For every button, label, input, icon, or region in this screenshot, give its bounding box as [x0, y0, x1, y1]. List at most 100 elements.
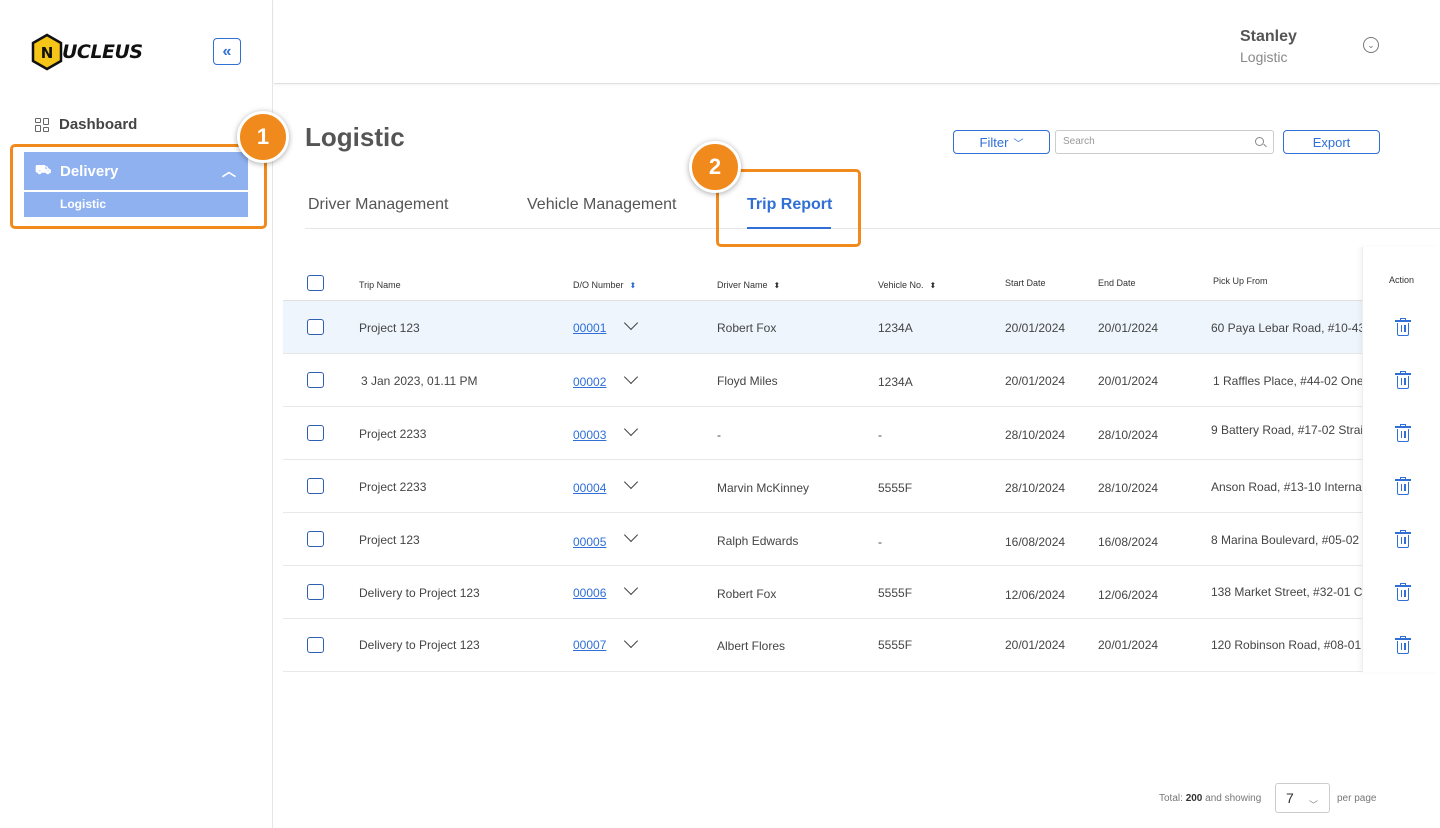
pick-up-from-cell: Anson Road, #13-10 Internat	[1211, 480, 1363, 494]
do-number-link[interactable]: 00005	[573, 535, 606, 549]
vehicle-no-cell: 5555F	[878, 481, 913, 495]
do-number-link[interactable]: 00002	[573, 375, 606, 389]
per-page-label: per page	[1337, 793, 1377, 804]
driver-name-cell: Robert Fox	[717, 321, 777, 335]
trip-name-cell: Delivery to Project 123	[359, 586, 480, 600]
pick-up-from-cell: 9 Battery Road, #17-02 Strai	[1211, 423, 1363, 437]
logo-text: UCLEUS	[62, 41, 143, 63]
per-page-value: 7	[1286, 790, 1294, 806]
search-placeholder: Search	[1063, 136, 1095, 147]
highlight-box-1	[10, 144, 267, 229]
row-checkbox[interactable]	[307, 584, 324, 600]
per-page-select[interactable]: 7 ﹀	[1275, 783, 1330, 813]
chevron-down-icon: ﹀	[1013, 138, 1024, 150]
driver-name-cell: Albert Flores	[717, 639, 786, 653]
highlight-box-2	[716, 169, 861, 247]
pick-up-from-cell: 8 Marina Boulevard, #05-02 M	[1211, 533, 1363, 547]
sort-icon[interactable]: ⬍	[630, 281, 637, 290]
column-header-vehicle-no[interactable]: Vehicle No. ⬍	[878, 280, 936, 290]
filter-button[interactable]: Filter ﹀	[953, 130, 1050, 154]
trip-name-cell: Project 2233	[359, 427, 427, 441]
column-header-end-date: End Date	[1098, 278, 1136, 288]
step-badge-1: 1	[237, 111, 289, 163]
vehicle-no-cell: 1234A	[878, 375, 913, 389]
delete-trash-icon[interactable]	[1395, 530, 1411, 548]
trip-name-cell: Delivery to Project 123	[359, 638, 480, 652]
row-checkbox[interactable]	[307, 319, 324, 335]
driver-name-cell: Marvin McKinney	[717, 481, 810, 495]
vehicle-no-cell: -	[878, 535, 882, 549]
pick-up-from-cell: 138 Market Street, #32-01 Ca	[1211, 585, 1363, 599]
vehicle-no-cell: -	[878, 428, 882, 442]
do-number-link[interactable]: 00007	[573, 638, 606, 652]
tab-vehicle-management[interactable]: Vehicle Management	[527, 196, 676, 214]
user-menu-chevron-icon[interactable]: ⌄	[1363, 37, 1379, 53]
sidebar: N UCLEUS « Dashboard ⛟ Delivery ︿ Logist…	[0, 0, 273, 828]
driver-name-cell: Ralph Edwards	[717, 534, 799, 548]
pagination-summary: Total: 200 and showing	[1159, 793, 1262, 804]
export-button[interactable]: Export	[1283, 130, 1380, 154]
sidebar-item-dashboard[interactable]: Dashboard	[35, 116, 137, 133]
start-date-cell: 12/06/2024	[1005, 588, 1066, 602]
logo-hexagon-icon: N	[30, 32, 64, 72]
row-checkbox[interactable]	[307, 372, 324, 388]
end-date-cell: 20/01/2024	[1098, 638, 1159, 652]
end-date-cell: 20/01/2024	[1098, 321, 1159, 335]
search-input[interactable]: Search	[1055, 130, 1274, 154]
filter-label: Filter	[979, 134, 1009, 150]
start-date-cell: 16/08/2024	[1005, 535, 1066, 549]
end-date-cell: 20/01/2024	[1098, 374, 1159, 388]
driver-name-cell: Floyd Miles	[717, 374, 778, 388]
step-badge-2: 2	[689, 141, 741, 193]
page-title: Logistic	[305, 122, 405, 152]
column-header-driver-name[interactable]: Driver Name ⬍	[717, 280, 780, 290]
delete-trash-icon[interactable]	[1395, 424, 1411, 442]
column-header-do-number[interactable]: D/O Number ⬍	[573, 280, 636, 290]
logo-letter: N	[41, 44, 54, 62]
column-header-start-date: Start Date	[1005, 278, 1046, 288]
do-number-link[interactable]: 00006	[573, 586, 606, 600]
sidebar-item-label: Dashboard	[59, 116, 138, 133]
delete-trash-icon[interactable]	[1395, 477, 1411, 495]
action-column: Action	[1362, 247, 1440, 672]
collapse-sidebar-button[interactable]: «	[213, 38, 241, 65]
end-date-cell: 28/10/2024	[1098, 428, 1159, 442]
start-date-cell: 20/01/2024	[1005, 321, 1066, 335]
trip-name-cell: 3 Jan 2023, 01.11 PM	[361, 374, 478, 388]
delete-trash-icon[interactable]	[1395, 371, 1411, 389]
row-checkbox[interactable]	[307, 637, 324, 653]
nucleus-logo[interactable]: N UCLEUS	[30, 32, 143, 72]
end-date-cell: 28/10/2024	[1098, 481, 1159, 495]
vehicle-no-cell: 5555F	[878, 638, 913, 652]
delete-trash-icon[interactable]	[1395, 583, 1411, 601]
row-checkbox[interactable]	[307, 478, 324, 494]
tabs-divider	[305, 228, 1440, 229]
delete-trash-icon[interactable]	[1395, 318, 1411, 336]
driver-name-cell: -	[717, 428, 721, 442]
driver-name-cell: Robert Fox	[717, 587, 777, 601]
tab-driver-management[interactable]: Driver Management	[308, 196, 449, 214]
pick-up-from-cell: 1 Raffles Place, #44-02 One	[1213, 374, 1364, 388]
pick-up-from-cell: 120 Robinson Road, #08-01	[1211, 638, 1362, 652]
user-role: Logistic	[1240, 49, 1288, 65]
delete-trash-icon[interactable]	[1395, 636, 1411, 654]
search-icon	[1255, 137, 1264, 146]
do-number-link[interactable]: 00004	[573, 481, 606, 495]
row-checkbox[interactable]	[307, 531, 324, 547]
sort-icon[interactable]: ⬍	[930, 281, 937, 290]
pick-up-from-cell: 60 Paya Lebar Road, #10-43	[1211, 321, 1363, 335]
trip-name-cell: Project 123	[359, 321, 420, 335]
vehicle-no-cell: 5555F	[878, 586, 913, 600]
select-all-checkbox[interactable]	[307, 275, 324, 291]
start-date-cell: 20/01/2024	[1005, 374, 1066, 388]
do-number-link[interactable]: 00001	[573, 321, 606, 335]
row-checkbox[interactable]	[307, 425, 324, 441]
sort-icon[interactable]: ⬍	[774, 281, 781, 290]
end-date-cell: 12/06/2024	[1098, 588, 1159, 602]
do-number-link[interactable]: 00003	[573, 428, 606, 442]
column-header-pick-up-from: Pick Up From	[1213, 276, 1268, 286]
column-header-trip-name: Trip Name	[359, 280, 401, 290]
start-date-cell: 28/10/2024	[1005, 481, 1066, 495]
column-header-action: Action	[1389, 275, 1415, 285]
dashboard-grid-icon	[35, 117, 49, 132]
